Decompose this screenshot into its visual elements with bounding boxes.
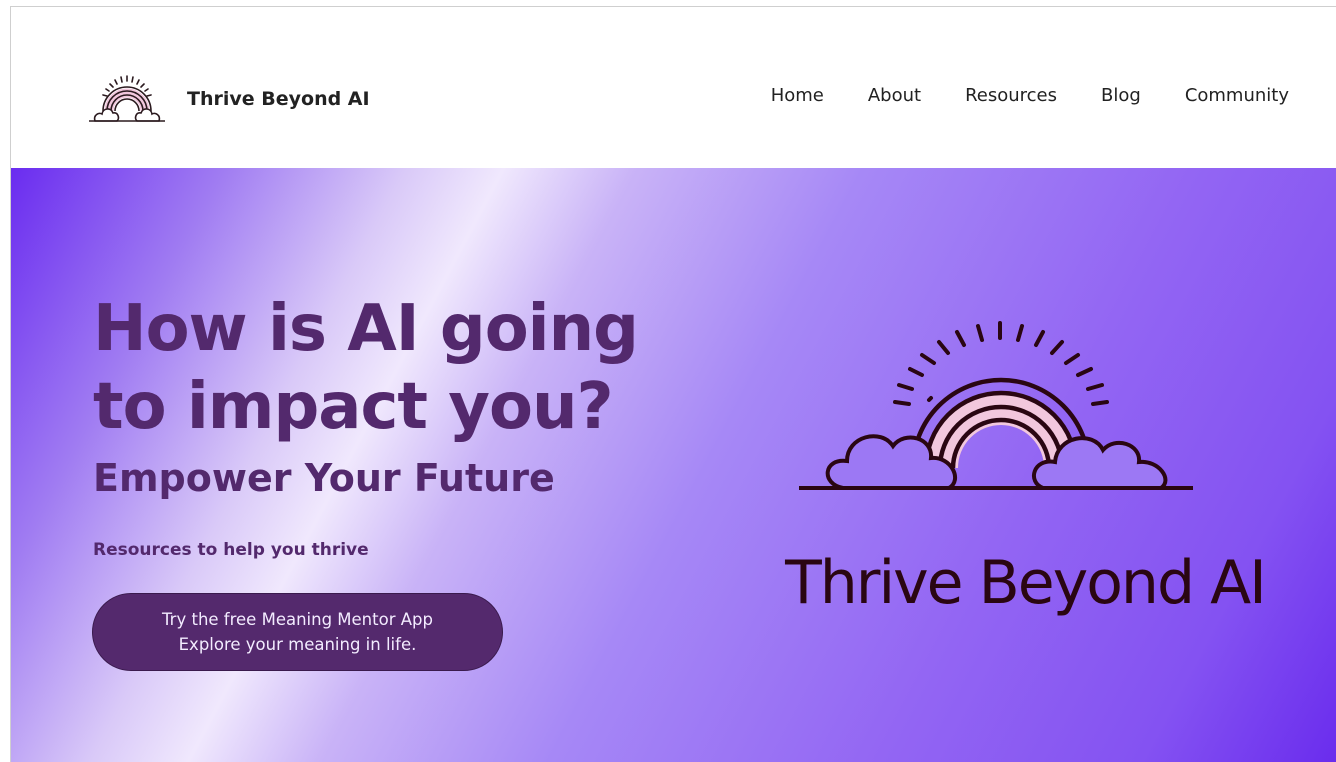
nav-item-home[interactable]: Home — [771, 85, 824, 106]
rainbow-cloud-icon — [799, 321, 1193, 490]
brand[interactable]: Thrive Beyond AI — [87, 71, 370, 127]
rainbow-cloud-icon — [89, 75, 165, 122]
hero-section: How is AI going to impact you? Empower Y… — [11, 168, 1336, 762]
cta-line-2: Explore your meaning in life. — [178, 635, 417, 654]
nav-item-community[interactable]: Community — [1185, 85, 1289, 106]
hero-subheadline: Empower Your Future — [93, 456, 555, 500]
main-nav: Home About Resources Blog Community — [727, 85, 1289, 106]
hero-tagline: Resources to help you thrive — [93, 540, 369, 560]
nav-item-resources[interactable]: Resources — [965, 85, 1057, 106]
page-frame: Thrive Beyond AI Home About Resources Bl… — [10, 6, 1336, 762]
nav-item-about[interactable]: About — [868, 85, 921, 106]
hero-headline: How is AI going to impact you? — [93, 290, 639, 446]
headline-line-2: to impact you? — [93, 370, 614, 444]
brand-name: Thrive Beyond AI — [187, 88, 370, 110]
nav-item-blog[interactable]: Blog — [1101, 85, 1141, 106]
meaning-mentor-app-button[interactable]: Try the free Meaning Mentor App Explore … — [92, 593, 503, 671]
hero-logo-title: Thrive Beyond AI — [785, 548, 1267, 618]
cta-line-1: Try the free Meaning Mentor App — [162, 610, 433, 629]
headline-line-1: How is AI going — [93, 292, 639, 366]
site-header: Thrive Beyond AI Home About Resources Bl… — [11, 7, 1336, 168]
